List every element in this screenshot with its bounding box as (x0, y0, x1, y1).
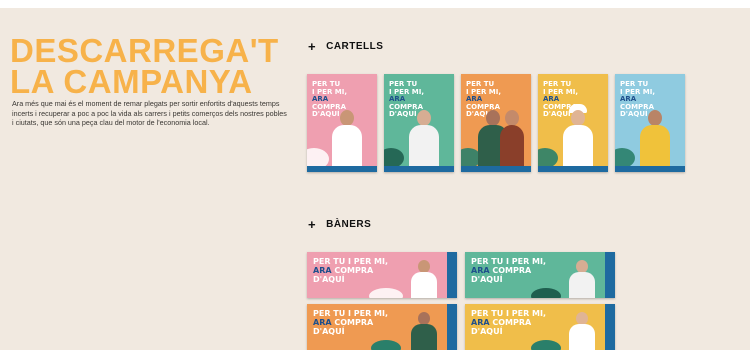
banner-text-line1: PER TU I PER MI, (471, 309, 547, 318)
banner-3[interactable]: PER TU I PER MI, ARA COMPRA D'AQUÍ (307, 304, 457, 350)
banner-text-line1: PER TU I PER MI, (313, 257, 389, 266)
banner-text-compra: COMPRA (492, 266, 532, 275)
banner-text-ara: ARA (313, 318, 332, 327)
banner-text-ara: ARA (471, 318, 490, 327)
banner-side-strip (605, 252, 615, 298)
section-label-baners: BÀNERS (326, 219, 372, 230)
banner-headline: PER TU I PER MI, ARA COMPRA D'AQUÍ (471, 257, 546, 284)
banner-text-daqui: D'AQUÍ (313, 327, 345, 336)
page-title: DESCARREGA'T LA CAMPANYA (10, 32, 300, 100)
campaign-description: Ara més que mai és el moment de remar pl… (12, 99, 287, 127)
person-illustration (409, 260, 439, 298)
poster-3[interactable]: PER TU I PER MI, ARA COMPRA D'AQUÍ (461, 74, 531, 172)
poster-footer (461, 166, 531, 172)
expand-plus-icon[interactable]: + (308, 39, 316, 54)
banner-text-ara: ARA (313, 266, 332, 275)
banner-gallery: PER TU I PER MI, ARA COMPRA D'AQUÍ PER T… (307, 252, 615, 350)
person-illustration (497, 110, 527, 166)
title-line-2: LA CAMPANYA (10, 63, 253, 100)
decor-shape (371, 340, 401, 350)
decor-shape (531, 340, 561, 350)
banner-2[interactable]: PER TU I PER MI, ARA COMPRA D'AQUÍ (465, 252, 615, 298)
person-illustration (409, 312, 439, 350)
decor-shape (615, 148, 635, 168)
banner-headline: PER TU I PER MI, ARA COMPRA D'AQUÍ (313, 257, 388, 284)
poster-footer (307, 166, 377, 172)
banner-text-ara: ARA (471, 266, 490, 275)
banner-headline: PER TU I PER MI, ARA COMPRA D'AQUÍ (471, 309, 546, 336)
section-header-baners[interactable]: + BÀNERS (308, 217, 371, 232)
person-illustration (329, 110, 365, 166)
section-header-cartells[interactable]: + CARTELLS (308, 39, 383, 54)
person-illustration (567, 312, 597, 350)
poster-footer (538, 166, 608, 172)
person-illustration (560, 104, 596, 166)
banner-1[interactable]: PER TU I PER MI, ARA COMPRA D'AQUÍ (307, 252, 457, 298)
person-illustration (637, 110, 673, 166)
banner-text-compra: COMPRA (334, 318, 374, 327)
person-illustration (406, 110, 442, 166)
banner-side-strip (447, 252, 457, 298)
expand-plus-icon[interactable]: + (308, 217, 316, 232)
banner-side-strip (447, 304, 457, 350)
person-illustration (567, 260, 597, 298)
banner-text-line1: PER TU I PER MI, (313, 309, 389, 318)
banner-text-line1: PER TU I PER MI, (471, 257, 547, 266)
section-label-cartells: CARTELLS (326, 41, 384, 52)
decor-shape (538, 148, 558, 168)
banner-4[interactable]: PER TU I PER MI, ARA COMPRA D'AQUÍ (465, 304, 615, 350)
banner-text-daqui: D'AQUÍ (313, 275, 345, 284)
banner-text-compra: COMPRA (492, 318, 532, 327)
banner-text-daqui: D'AQUÍ (471, 275, 503, 284)
poster-4[interactable]: PER TU I PER MI, ARA COMPRA D'AQUÍ (538, 74, 608, 172)
decor-shape (531, 288, 561, 298)
banner-side-strip (605, 304, 615, 350)
poster-footer (384, 166, 454, 172)
banner-headline: PER TU I PER MI, ARA COMPRA D'AQUÍ (313, 309, 388, 336)
poster-gallery: PER TU I PER MI, ARA COMPRA D'AQUÍ PER T… (307, 74, 685, 172)
banner-text-compra: COMPRA (334, 266, 374, 275)
decor-shape (369, 288, 403, 298)
poster-1[interactable]: PER TU I PER MI, ARA COMPRA D'AQUÍ (307, 74, 377, 172)
top-bar (0, 0, 750, 8)
poster-5[interactable]: PER TU I PER MI, ARA COMPRA D'AQUÍ (615, 74, 685, 172)
decor-shape (384, 148, 404, 168)
poster-2[interactable]: PER TU I PER MI, ARA COMPRA D'AQUÍ (384, 74, 454, 172)
title-line-1: DESCARREGA'T (10, 32, 279, 69)
banner-text-daqui: D'AQUÍ (471, 327, 503, 336)
poster-footer (615, 166, 685, 172)
